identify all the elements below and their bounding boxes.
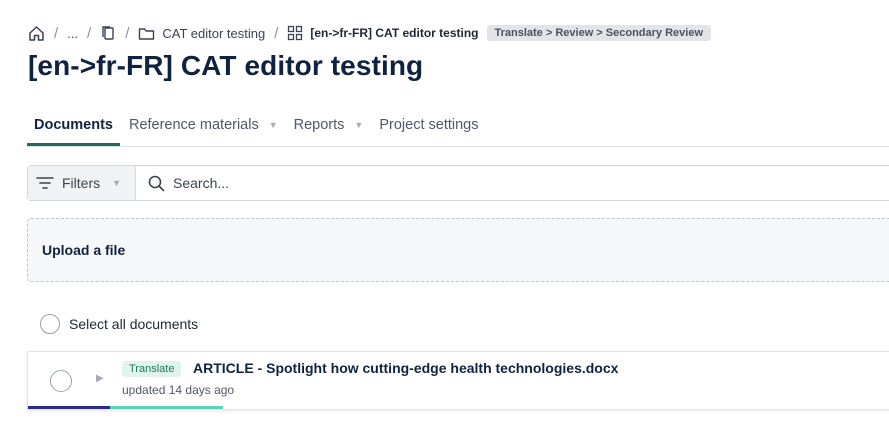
breadcrumb-ellipsis[interactable]: ... — [67, 26, 78, 41]
document-status-badge: Translate — [122, 361, 182, 377]
breadcrumb-files[interactable] — [100, 25, 116, 41]
upload-dropzone[interactable]: Upload a file — [27, 218, 889, 282]
breadcrumb-separator: / — [125, 24, 130, 42]
tab-label: Reports — [293, 117, 345, 133]
breadcrumb-project[interactable]: CAT editor testing — [138, 26, 265, 41]
breadcrumb-separator: / — [274, 24, 279, 42]
tab-documents[interactable]: Documents — [27, 110, 120, 146]
filter-icon — [36, 176, 54, 190]
tab-label: Documents — [34, 117, 113, 133]
document-progress-bar — [28, 406, 889, 409]
folder-icon — [138, 26, 155, 41]
caret-right-icon[interactable]: ▶ — [96, 373, 104, 384]
workflow-badge: Translate > Review > Secondary Review — [486, 25, 711, 41]
select-all-documents[interactable]: Select all documents — [40, 314, 198, 334]
tab-label: Project settings — [379, 117, 479, 133]
breadcrumb-separator: / — [54, 24, 59, 42]
upload-label: Upload a file — [42, 242, 126, 258]
breadcrumb-project-label: CAT editor testing — [162, 25, 266, 41]
document-name[interactable]: ARTICLE - Spotlight how cutting-edge hea… — [193, 360, 618, 376]
files-icon — [100, 25, 116, 41]
document-select-checkbox[interactable] — [50, 370, 72, 392]
select-all-checkbox[interactable] — [40, 314, 60, 334]
filter-bar: Filters ▼ — [27, 165, 889, 201]
caret-down-icon: ▼ — [112, 178, 122, 188]
search-icon — [148, 175, 165, 192]
breadcrumb: / ... / / CAT editor testing / [en->fr-F… — [28, 22, 711, 44]
filters-button[interactable]: Filters ▼ — [28, 166, 136, 200]
tab-project-settings[interactable]: Project settings — [372, 110, 485, 140]
breadcrumb-home[interactable] — [28, 25, 45, 42]
caret-down-icon: ▼ — [268, 120, 278, 130]
document-updated: updated 14 days ago — [122, 383, 235, 397]
tab-reports[interactable]: Reports ▼ — [287, 110, 371, 140]
search-input[interactable] — [171, 174, 775, 192]
page-title: [en->fr-FR] CAT editor testing — [28, 50, 424, 81]
breadcrumb-current-label: [en->fr-FR] CAT editor testing — [310, 26, 479, 40]
tab-reference-materials[interactable]: Reference materials ▼ — [122, 110, 285, 140]
select-all-label: Select all documents — [69, 316, 199, 332]
progress-segment-review — [110, 406, 223, 409]
breadcrumb-current: [en->fr-FR] CAT editor testing — [287, 25, 479, 41]
tab-bar: Documents Reference materials ▼ Reports … — [27, 110, 889, 147]
home-icon — [28, 25, 45, 42]
breadcrumb-separator: / — [87, 24, 92, 42]
caret-down-icon: ▼ — [354, 120, 364, 130]
filters-label: Filters — [62, 175, 101, 191]
progress-segment-translate — [28, 406, 111, 409]
search-container — [136, 166, 889, 200]
tab-label: Reference materials — [128, 117, 259, 133]
document-row[interactable]: ▶ Translate ARTICLE - Spotlight how cutt… — [27, 351, 889, 410]
grid-icon — [287, 25, 303, 41]
